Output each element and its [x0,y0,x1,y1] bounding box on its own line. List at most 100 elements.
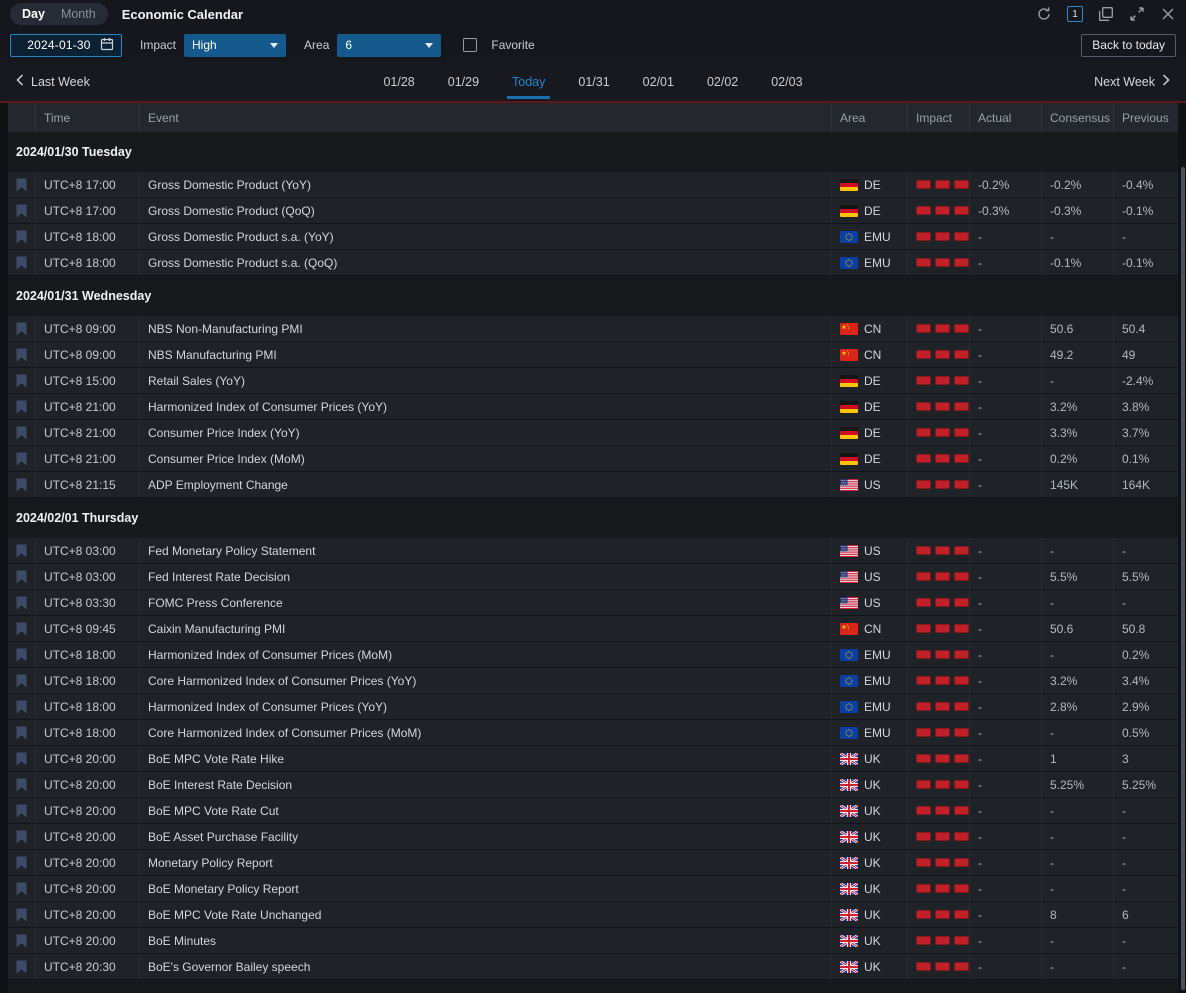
bookmark-cell[interactable] [8,172,36,197]
day-tab-02-01[interactable]: 02/01 [639,65,678,99]
impact-bars [908,824,970,849]
bookmark-cell[interactable] [8,394,36,419]
table-row[interactable]: UTC+8 18:00 Core Harmonized Index of Cons… [8,720,1178,746]
mode-tab-day[interactable]: Day [14,5,53,23]
table-row[interactable]: UTC+8 20:00 BoE MPC Vote Rate Unchanged UK… [8,902,1178,928]
day-tab-01-31[interactable]: 01/31 [574,65,613,99]
bookmark-cell[interactable] [8,954,36,979]
table-row[interactable]: UTC+8 18:00 Gross Domestic Product s.a. (… [8,250,1178,276]
bookmark-cell[interactable] [8,668,36,693]
impact-bars [908,772,970,797]
table-row[interactable]: UTC+8 17:00 Gross Domestic Product (YoY) D… [8,172,1178,198]
table-row[interactable]: UTC+8 20:00 BoE Minutes UK - - - [8,928,1178,954]
table-row[interactable]: UTC+8 21:00 Consumer Price Index (YoY) DE -… [8,420,1178,446]
bookmark-cell[interactable] [8,902,36,927]
table-row[interactable]: UTC+8 09:00 NBS Non-Manufacturing PMI CN -5… [8,316,1178,342]
table-row[interactable]: UTC+8 20:00 BoE Monetary Policy Report UK -… [8,876,1178,902]
table-row[interactable]: UTC+8 03:00 Fed Interest Rate Decision US -… [8,564,1178,590]
impact-bar [916,962,931,971]
bookmark-icon [16,230,27,243]
bookmark-cell[interactable] [8,368,36,393]
table-row[interactable]: UTC+8 18:00 Harmonized Index of Consumer … [8,642,1178,668]
area-code: UK [864,803,881,818]
bookmark-cell[interactable] [8,342,36,367]
bookmark-cell[interactable] [8,694,36,719]
day-tab-02-02[interactable]: 02/02 [703,65,742,99]
area-select[interactable]: 6 [337,33,442,57]
table-row[interactable]: UTC+8 18:00 Core Harmonized Index of Cons… [8,668,1178,694]
event-time: UTC+8 18:00 [36,694,140,719]
day-tab-02-03[interactable]: 02/03 [767,65,806,99]
bookmark-cell[interactable] [8,772,36,797]
bookmark-icon [16,934,27,947]
impact-bars [908,954,970,979]
bookmark-cell[interactable] [8,198,36,223]
bookmark-cell[interactable] [8,642,36,667]
event-time: UTC+8 20:00 [36,824,140,849]
date-input[interactable]: 2024-01-30 [10,33,122,57]
bookmark-cell[interactable] [8,250,36,275]
mode-tab-month[interactable]: Month [53,5,104,23]
bookmark-cell[interactable] [8,928,36,953]
table-row[interactable]: UTC+8 21:15 ADP Employment Change US -145K 1… [8,472,1178,498]
bookmark-cell[interactable] [8,590,36,615]
impact-bars [908,668,970,693]
table-row[interactable]: UTC+8 03:30 FOMC Press Conference US - - - [8,590,1178,616]
day-tab-today[interactable]: Today [507,65,551,99]
bookmark-cell[interactable] [8,720,36,745]
bookmark-cell[interactable] [8,564,36,589]
table-row[interactable]: UTC+8 15:00 Retail Sales (YoY) DE - - -2.4% [8,368,1178,394]
mode-toggle[interactable]: Day Month [10,3,108,25]
table-row[interactable]: UTC+8 21:00 Harmonized Index of Consumer … [8,394,1178,420]
refresh-icon[interactable] [1036,6,1052,22]
expand-icon[interactable] [1129,6,1145,22]
bookmark-cell[interactable] [8,316,36,341]
table-row[interactable]: UTC+8 20:00 BoE MPC Vote Rate Hike UK -1 3 [8,746,1178,772]
event-time: UTC+8 18:00 [36,642,140,667]
table-row[interactable]: UTC+8 18:00 Gross Domestic Product s.a. (… [8,224,1178,250]
day-tab-01-29[interactable]: 01/29 [444,65,483,99]
flag-emu-icon [840,674,858,687]
impact-bar [954,650,969,659]
table-row[interactable]: UTC+8 21:00 Consumer Price Index (MoM) DE -… [8,446,1178,472]
consensus-value: 8 [1042,902,1114,927]
table-row[interactable]: UTC+8 09:45 Caixin Manufacturing PMI CN -50… [8,616,1178,642]
bookmark-cell[interactable] [8,824,36,849]
impact-bar [916,754,931,763]
area-cell: UK [832,954,908,979]
bookmark-cell[interactable] [8,616,36,641]
bookmark-cell[interactable] [8,446,36,471]
bookmark-icon [16,400,27,413]
bookmark-cell[interactable] [8,746,36,771]
bookmark-cell[interactable] [8,798,36,823]
bookmark-cell[interactable] [8,420,36,445]
day-tab-01-28[interactable]: 01/28 [379,65,418,99]
table-row[interactable]: UTC+8 18:00 Harmonized Index of Consumer … [8,694,1178,720]
table-row[interactable]: UTC+8 20:00 Monetary Policy Report UK - - - [8,850,1178,876]
close-icon[interactable] [1160,6,1176,22]
table-row[interactable]: UTC+8 03:00 Fed Monetary Policy Statement… [8,538,1178,564]
table-row[interactable]: UTC+8 20:30 BoE's Governor Bailey speech U… [8,954,1178,980]
impact-bar [954,754,969,763]
bookmark-cell[interactable] [8,538,36,563]
vertical-scrollbar[interactable] [1181,167,1185,990]
impact-select[interactable]: High [184,33,287,57]
consensus-value: 3.2% [1042,394,1114,419]
bookmark-cell[interactable] [8,876,36,901]
bookmark-cell[interactable] [8,224,36,249]
bookmark-cell[interactable] [8,850,36,875]
table-row[interactable]: UTC+8 20:00 BoE MPC Vote Rate Cut UK - - - [8,798,1178,824]
favorite-checkbox[interactable] [463,38,478,52]
table-row[interactable]: UTC+8 09:00 NBS Manufacturing PMI CN -49.2 4… [8,342,1178,368]
back-to-today-button[interactable]: Back to today [1081,33,1176,57]
table-row[interactable]: UTC+8 20:00 BoE Asset Purchase Facility UK… [8,824,1178,850]
panel-badge[interactable]: 1 [1067,6,1083,22]
table-row[interactable]: UTC+8 20:00 BoE Interest Rate Decision UK -… [8,772,1178,798]
actual-value: - [970,250,1042,275]
table-row[interactable]: UTC+8 17:00 Gross Domestic Product (QoQ) D… [8,198,1178,224]
event-time: UTC+8 03:00 [36,538,140,563]
cascade-windows-icon[interactable] [1098,6,1114,22]
bookmark-cell[interactable] [8,472,36,497]
event-time: UTC+8 20:00 [36,772,140,797]
bookmark-icon [16,778,27,791]
